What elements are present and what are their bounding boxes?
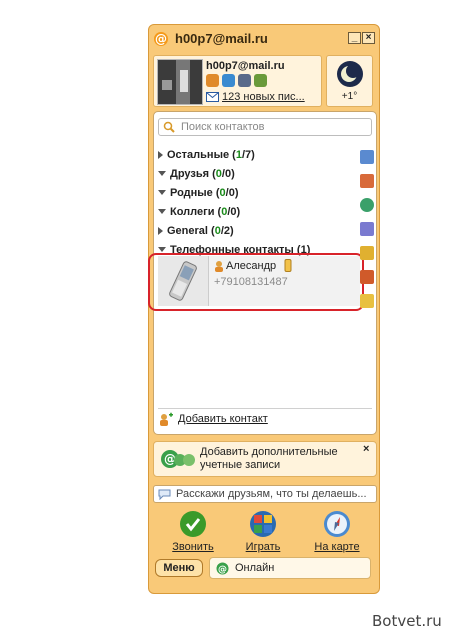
collapse-arrow-icon <box>158 190 166 195</box>
group-friends[interactable]: Друзья (0/0) <box>158 165 235 182</box>
profile-toolbar <box>206 74 267 88</box>
contact-item[interactable]: Алесандр +79108131487 <box>148 253 364 311</box>
sms-icon[interactable] <box>360 150 374 164</box>
menu-button[interactable]: Меню <box>155 559 203 577</box>
add-accounts-banner[interactable]: @ Добавить дополнительные учетные записи… <box>153 441 377 477</box>
add-user-icon <box>160 412 173 426</box>
add-accounts-text: Добавить дополнительные учетные записи <box>200 446 338 471</box>
avatar[interactable] <box>157 59 203 105</box>
close-banner-button[interactable]: × <box>363 443 369 455</box>
games-button[interactable]: Играть <box>233 511 293 553</box>
map-button[interactable]: На карте <box>307 511 367 553</box>
status-label: Онлайн <box>235 562 275 574</box>
close-button[interactable]: × <box>362 32 375 44</box>
collapse-arrow-icon <box>158 171 166 176</box>
weather-widget[interactable]: +1° <box>326 55 373 107</box>
speech-bubble-icon <box>158 489 171 500</box>
phone-call-icon <box>180 511 206 537</box>
search-placeholder: Поиск контактов <box>181 121 265 133</box>
selection-highlight <box>148 253 364 311</box>
photo-icon[interactable] <box>360 174 374 188</box>
group-family[interactable]: Родные (0/0) <box>158 184 239 201</box>
watermark: Botvet.ru <box>372 612 442 630</box>
night-moon-icon <box>337 61 363 87</box>
call-button[interactable]: Звонить <box>163 511 223 553</box>
profile-email: h00p7@mail.ru <box>206 60 285 72</box>
weather-temperature: +1° <box>341 91 358 102</box>
group-other[interactable]: Остальные (1/7) <box>158 146 255 163</box>
contact-list-panel: Поиск контактов Остальные (1/7) Друзья (… <box>148 111 377 435</box>
video-icon[interactable] <box>254 74 267 87</box>
people-icon[interactable] <box>206 74 219 87</box>
camera-icon[interactable] <box>238 74 251 87</box>
status-message-placeholder: Расскажи друзьям, что ты делаешь... <box>176 488 367 500</box>
tools-icon[interactable] <box>360 270 374 284</box>
collapse-arrow-icon <box>158 247 166 252</box>
email-icon[interactable] <box>360 198 374 212</box>
call-label: Звонить <box>172 541 214 553</box>
search-icon <box>163 121 175 133</box>
envelope-icon <box>206 92 219 102</box>
side-toolbar <box>360 150 376 318</box>
mail-row[interactable]: 123 новых пис... <box>206 91 305 103</box>
minimize-button[interactable]: _ <box>348 32 361 44</box>
folder-help-icon[interactable] <box>360 294 374 308</box>
status-message-input[interactable]: Расскажи друзьям, что ты делаешь... <box>153 485 377 503</box>
search-input[interactable]: Поиск контактов <box>158 118 372 136</box>
expand-arrow-icon <box>158 150 163 159</box>
rainbow-icon[interactable] <box>360 246 374 260</box>
add-contact-label: Добавить контакт <box>178 412 268 425</box>
group-general[interactable]: General (0/2) <box>158 222 234 239</box>
svg-text:@: @ <box>218 565 227 575</box>
title-bar[interactable]: @ h00p7@mail.ru _ × <box>149 25 379 53</box>
online-status-icon: @ <box>216 562 229 575</box>
profile-panel: h00p7@mail.ru 123 новых пис... <box>153 55 322 107</box>
group-colleagues[interactable]: Коллеги (0/0) <box>158 203 240 220</box>
status-selector[interactable]: @ Онлайн <box>209 557 371 579</box>
svg-text:@: @ <box>155 32 167 46</box>
compass-icon <box>324 511 350 537</box>
sound-icon[interactable] <box>360 222 374 236</box>
mailru-at-icon: @ <box>154 32 168 46</box>
accounts-logo-icon: @ <box>161 450 195 468</box>
games-label: Играть <box>245 541 281 553</box>
add-contact-button[interactable]: Добавить контакт <box>158 408 372 428</box>
new-mail-link[interactable]: 123 новых пис... <box>222 91 305 103</box>
agent-window: @ h00p7@mail.ru _ × h00p7@mail.ru 123 но… <box>148 24 380 594</box>
pen-icon[interactable] <box>222 74 235 87</box>
map-label: На карте <box>314 541 360 553</box>
expand-arrow-icon <box>158 226 163 235</box>
window-title: h00p7@mail.ru <box>175 31 268 46</box>
collapse-arrow-icon <box>158 209 166 214</box>
games-icon <box>250 511 276 537</box>
